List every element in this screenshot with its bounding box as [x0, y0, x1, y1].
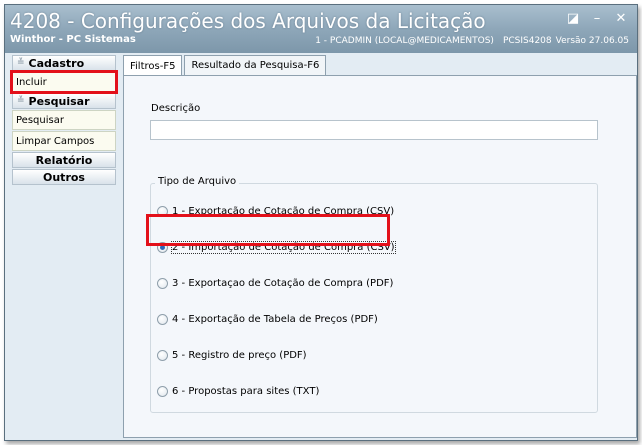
radio-option-label: 3 - Exportaçao de Cotação de Compra (PDF… [172, 278, 394, 289]
minimize-icon[interactable]: – [589, 11, 605, 26]
sidebar-item-limpar-campos[interactable]: Limpar Campos [12, 131, 116, 151]
file-type-option-6[interactable]: 6 - Propostas para sites (TXT) [157, 386, 319, 397]
user-info: 1 - PCADMIN (LOCAL@MEDICAMENTOS) [315, 36, 494, 46]
filters-panel: Descrição Tipo de Arquivo 1 - Exportação… [123, 75, 637, 438]
radio-option-label: 2 - Importação de Cotação de Compra (CSV… [171, 241, 396, 254]
app-window: 4208 - Configurações dos Arquivos da Lic… [4, 4, 638, 441]
close-icon[interactable]: ✕ [613, 11, 629, 26]
version-label: Versão 27.06.05 [555, 36, 629, 46]
tab-filtros[interactable]: Filtros-F5 [123, 55, 183, 76]
main-content: Filtros-F5 Resultado da Pesquisa-F6 Desc… [123, 55, 637, 438]
radio-button-icon[interactable] [157, 350, 168, 361]
restore-icon[interactable]: ◪ [565, 11, 581, 26]
radio-button-icon[interactable] [157, 206, 168, 217]
sidebar-item-incluir[interactable]: Incluir [10, 70, 118, 94]
window-subtitle: Winthor - PC Sistemas [10, 34, 136, 45]
sidebar-item-pesquisar[interactable]: Pesquisar [12, 110, 116, 130]
radio-option-label: 1 - Exportação de Cotação de Compra (CSV… [172, 206, 395, 217]
file-type-option-5[interactable]: 5 - Registro de preço (PDF) [157, 350, 307, 361]
sidebar-section-outros[interactable]: Outros [12, 169, 116, 185]
radio-option-label: 4 - Exportação de Tabela de Preços (PDF) [172, 314, 378, 325]
window-title: 4208 - Configurações dos Arquivos da Lic… [10, 9, 486, 33]
sidebar-section-label: Cadastro [28, 56, 85, 70]
sidebar-section-relatorio[interactable]: Relatório [12, 152, 116, 168]
radio-option-label: 5 - Registro de preço (PDF) [172, 350, 307, 361]
session-info: 1 - PCADMIN (LOCAL@MEDICAMENTOS) PCSIS420… [315, 36, 629, 46]
window-controls: ◪ – ✕ [565, 11, 629, 26]
tab-bar: Filtros-F5 Resultado da Pesquisa-F6 [123, 55, 328, 76]
radio-button-icon[interactable] [157, 278, 168, 289]
sidebar-section-cadastro[interactable]: ≚ Cadastro [12, 55, 116, 71]
sidebar: ≚ Cadastro Incluir ≚ Pesquisar Pesquisar… [10, 55, 118, 186]
file-type-option-4[interactable]: 4 - Exportação de Tabela de Preços (PDF) [157, 314, 378, 325]
file-type-option-1[interactable]: 1 - Exportação de Cotação de Compra (CSV… [157, 206, 394, 217]
file-type-group [150, 183, 598, 413]
description-input[interactable] [150, 120, 598, 140]
collapse-chevron-icon: ≚ [17, 96, 25, 106]
sidebar-section-label: Pesquisar [28, 94, 90, 108]
radio-option-label: 6 - Propostas para sites (TXT) [172, 386, 320, 397]
radio-button-icon[interactable] [157, 386, 168, 397]
sidebar-section-pesquisar[interactable]: ≚ Pesquisar [12, 93, 116, 109]
description-label: Descrição [151, 103, 201, 114]
file-type-option-2[interactable]: 2 - Importação de Cotação de Compra (CSV… [157, 241, 396, 254]
tab-resultado-pesquisa[interactable]: Resultado da Pesquisa-F6 [184, 55, 327, 75]
radio-button-selected-icon[interactable] [157, 242, 168, 253]
collapse-chevron-icon: ≚ [17, 58, 25, 68]
radio-button-icon[interactable] [157, 314, 168, 325]
file-type-group-title: Tipo de Arquivo [155, 176, 240, 187]
routine-code: PCSIS4208 [502, 36, 552, 46]
file-type-option-3[interactable]: 3 - Exportaçao de Cotação de Compra (PDF… [157, 278, 393, 289]
title-bar[interactable]: 4208 - Configurações dos Arquivos da Lic… [5, 5, 637, 53]
